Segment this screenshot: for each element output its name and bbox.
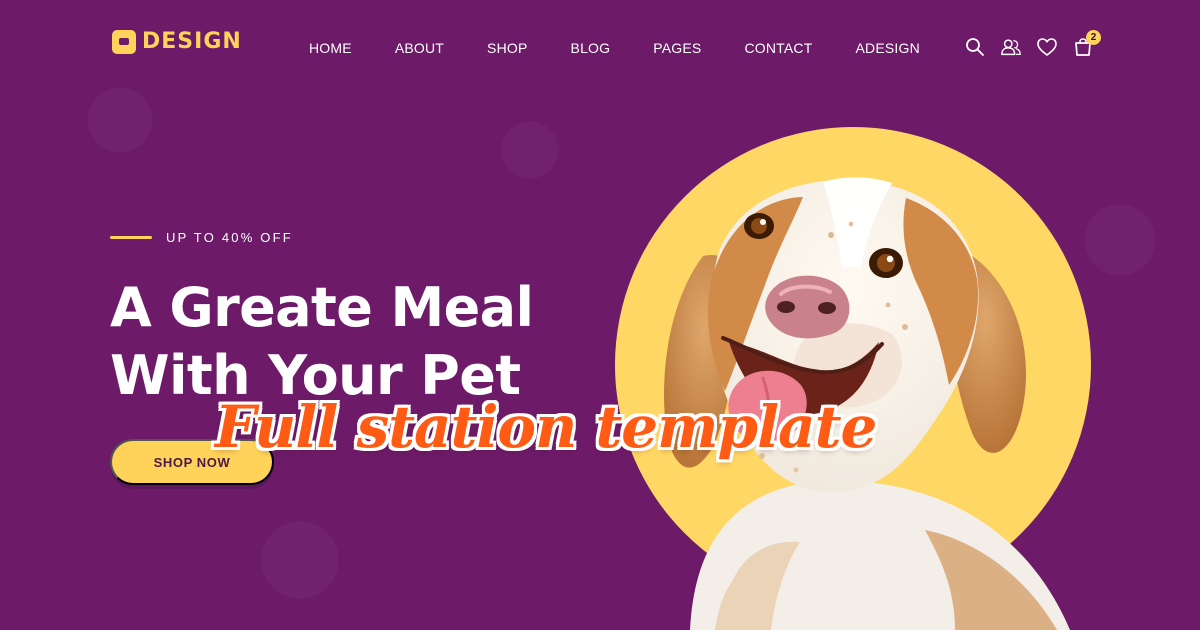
user-icon	[1001, 39, 1021, 56]
full-station-template-overlay: Full station template	[215, 393, 877, 461]
nav-item-pages[interactable]: PAGES	[653, 40, 701, 56]
account-button[interactable]	[1000, 36, 1022, 58]
hero-title-line-1: A Greate Meal	[110, 276, 534, 339]
landing-page: Design HOME ABOUT SHOP BLOG PAGES CONTAC…	[0, 0, 1200, 630]
search-icon	[966, 38, 984, 56]
cart-count-badge: 2	[1086, 30, 1101, 45]
nav-item-contact[interactable]: CONTACT	[744, 40, 812, 56]
hero-illustration	[595, 120, 1115, 630]
main-navigation: HOME ABOUT SHOP BLOG PAGES CONTACT ADESI…	[309, 40, 920, 56]
discount-label: UP TO 40% OFF	[166, 229, 293, 245]
heart-icon	[1037, 38, 1057, 56]
hero-title: A Greate Meal With Your Pet	[110, 274, 610, 410]
nav-item-home[interactable]: HOME	[309, 40, 352, 56]
discount-eyebrow: UP TO 40% OFF	[110, 220, 610, 254]
logo-mark-icon	[112, 30, 136, 54]
nav-item-about[interactable]: ABOUT	[395, 40, 444, 56]
nav-item-adesign[interactable]: ADESIGN	[855, 40, 919, 56]
site-header: Design HOME ABOUT SHOP BLOG PAGES CONTAC…	[0, 0, 1200, 96]
brand-logo[interactable]: Design	[112, 30, 242, 54]
nav-item-blog[interactable]: BLOG	[571, 40, 611, 56]
dog-illustration	[615, 127, 1091, 630]
brand-name: Design	[142, 29, 242, 54]
wishlist-button[interactable]	[1036, 36, 1058, 58]
cart-button[interactable]: 2	[1072, 30, 1101, 58]
eyebrow-divider	[110, 235, 152, 239]
search-button[interactable]	[964, 36, 986, 58]
hero-content: UP TO 40% OFF A Greate Meal With Your Pe…	[110, 220, 610, 410]
header-actions: 2	[964, 30, 1101, 58]
nav-item-shop[interactable]: SHOP	[487, 40, 527, 56]
